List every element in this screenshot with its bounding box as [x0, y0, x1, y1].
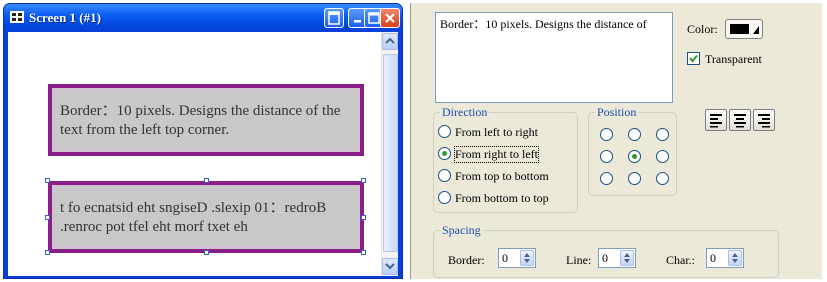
char-spacing-label: Char.: — [666, 253, 695, 267]
spinner-arrows-icon[interactable] — [520, 250, 534, 266]
position-top-left[interactable] — [600, 128, 613, 141]
position-middle-left[interactable] — [600, 150, 613, 163]
position-group: Position — [588, 105, 677, 196]
text-properties-panel: Border：10 pixels. Designs the distance o… — [410, 3, 822, 279]
close-icon — [385, 13, 395, 23]
scroll-down-button[interactable] — [382, 258, 398, 275]
align-center-icon — [734, 114, 746, 128]
position-bottom-right[interactable] — [656, 172, 669, 185]
direction-radio-ltr[interactable] — [438, 125, 451, 138]
scroll-up-button[interactable] — [382, 33, 398, 50]
resize-handle[interactable] — [45, 215, 50, 220]
chevron-down-icon — [385, 263, 395, 270]
resize-handle[interactable] — [45, 250, 50, 255]
text-box-reversed-text: t fo ecnatsid eht sngiseD .slexip 01：red… — [60, 200, 327, 235]
spacing-group: Spacing Border: 0 Line: 0 Char.: 0 — [433, 223, 779, 278]
direction-option-label: From left to right — [455, 125, 538, 139]
position-bottom-center[interactable] — [628, 172, 641, 185]
resize-handle[interactable] — [361, 215, 366, 220]
line-spacing-value: 0 — [602, 251, 608, 265]
resize-handle[interactable] — [361, 178, 366, 183]
color-picker-button[interactable] — [725, 19, 763, 39]
color-swatch — [730, 24, 749, 34]
char-spacing-input[interactable]: 0 — [706, 248, 744, 268]
resize-handle[interactable] — [361, 250, 366, 255]
position-bottom-left[interactable] — [600, 172, 613, 185]
direction-radio-rtl[interactable] — [438, 147, 451, 160]
border-spacing-label: Border: — [448, 253, 485, 267]
spacing-group-label: Spacing — [440, 223, 483, 238]
dropdown-arrow-icon — [753, 26, 759, 34]
screen-icon — [10, 11, 24, 23]
properties-icon — [328, 11, 340, 25]
text-box-reversed[interactable]: t fo ecnatsid eht sngiseD .slexip 01：red… — [48, 181, 364, 253]
align-right-icon — [758, 114, 770, 128]
properties-button[interactable] — [324, 8, 344, 28]
checkmark-icon — [689, 54, 698, 63]
direction-group-label: Direction — [440, 105, 490, 120]
position-center[interactable] — [628, 150, 641, 163]
scroll-thumb[interactable] — [383, 54, 398, 252]
spinner-arrows-icon[interactable] — [728, 250, 742, 266]
line-spacing-label: Line: — [566, 253, 592, 267]
window-title: Screen 1 (#1) — [29, 10, 101, 25]
direction-option-label: From bottom to top — [455, 191, 549, 205]
title-bar[interactable]: Screen 1 (#1) — [4, 4, 402, 32]
chevron-up-icon — [385, 37, 395, 44]
transparent-label: Transparent — [705, 52, 762, 66]
direction-group: Direction From left to right From right … — [433, 105, 578, 213]
direction-radio-ttb[interactable] — [438, 169, 451, 182]
direction-option-label: From right to left — [454, 146, 539, 163]
align-right-button[interactable] — [753, 109, 775, 131]
spinner-arrows-icon[interactable] — [620, 250, 634, 266]
color-label: Color: — [687, 22, 718, 36]
transparent-checkbox[interactable] — [687, 52, 700, 65]
align-center-button[interactable] — [729, 109, 751, 131]
char-spacing-value: 0 — [710, 251, 716, 265]
align-left-icon — [710, 114, 722, 128]
align-left-button[interactable] — [705, 109, 727, 131]
screen-canvas[interactable]: Border：10 pixels. Designs the distance o… — [8, 32, 398, 276]
position-middle-right[interactable] — [656, 150, 669, 163]
position-top-right[interactable] — [656, 128, 669, 141]
position-group-label: Position — [595, 105, 639, 120]
line-spacing-input[interactable]: 0 — [598, 248, 636, 268]
screen-window: Screen 1 (#1) Border：10 pixels. Designs … — [3, 3, 403, 279]
direction-option-label: From top to bottom — [455, 169, 549, 183]
vertical-scrollbar[interactable] — [381, 32, 398, 276]
direction-radio-btt[interactable] — [438, 191, 451, 204]
text-box-normal-text: Border：10 pixels. Designs the distance o… — [60, 103, 341, 138]
resize-handle[interactable] — [204, 250, 209, 255]
close-button[interactable] — [380, 8, 400, 28]
border-spacing-input[interactable]: 0 — [498, 248, 536, 268]
position-top-center[interactable] — [628, 128, 641, 141]
resize-handle[interactable] — [45, 178, 50, 183]
resize-handle[interactable] — [204, 178, 209, 183]
text-box-normal[interactable]: Border：10 pixels. Designs the distance o… — [48, 84, 364, 156]
text-preview-value: Border：10 pixels. Designs the distance o… — [440, 17, 647, 31]
text-preview-field[interactable]: Border：10 pixels. Designs the distance o… — [435, 12, 673, 103]
border-spacing-value: 0 — [502, 251, 508, 265]
